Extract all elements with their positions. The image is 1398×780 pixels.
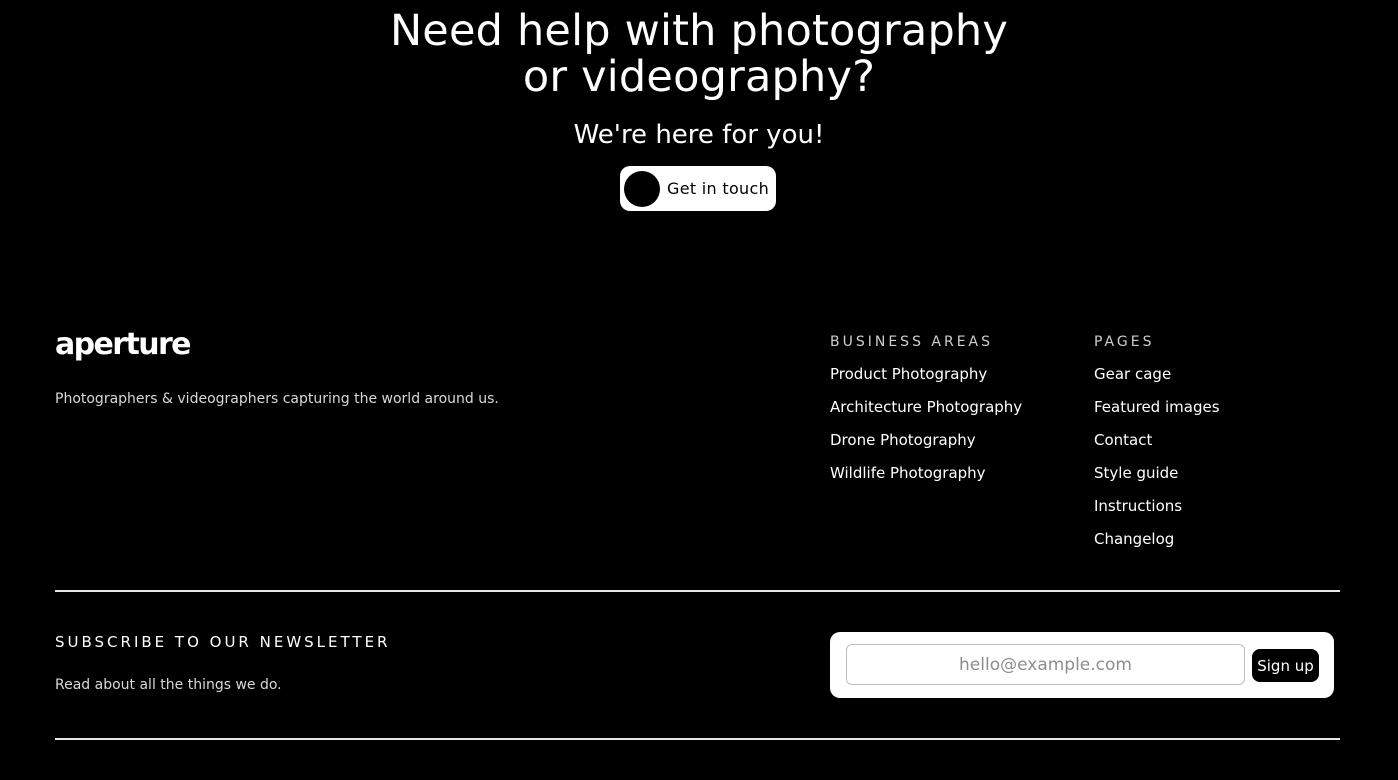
- link-wildlife-photography[interactable]: Wildlife Photography: [830, 463, 1022, 483]
- get-in-touch-label: Get in touch: [667, 179, 770, 198]
- link-style-guide[interactable]: Style guide: [1094, 463, 1220, 483]
- link-drone-photography[interactable]: Drone Photography: [830, 430, 1022, 450]
- link-changelog[interactable]: Changelog: [1094, 529, 1220, 549]
- link-instructions[interactable]: Instructions: [1094, 496, 1220, 516]
- aperture-logo[interactable]: aperture: [55, 326, 192, 364]
- get-in-touch-button[interactable]: Get in touch: [620, 166, 776, 211]
- hero-title-line-1: Need help with photography: [389, 6, 1009, 56]
- link-featured-images[interactable]: Featured images: [1094, 397, 1220, 417]
- business-areas-nav: BUSINESS AREAS Product Photography Archi…: [830, 332, 1022, 483]
- link-product-photography[interactable]: Product Photography: [830, 364, 1022, 384]
- email-input[interactable]: [846, 644, 1245, 685]
- footer-divider-bottom: [55, 738, 1340, 740]
- hero-title: Need help with photography or videograph…: [0, 8, 1398, 100]
- footer-divider-top: [55, 590, 1340, 592]
- business-areas-heading: BUSINESS AREAS: [830, 334, 994, 350]
- link-gear-cage[interactable]: Gear cage: [1094, 364, 1220, 384]
- footer-tagline: Photographers & videographers capturing …: [55, 391, 499, 407]
- hero-subtitle: We're here for you!: [573, 120, 825, 150]
- circle-icon: [624, 170, 660, 207]
- link-contact[interactable]: Contact: [1094, 430, 1220, 450]
- pages-heading: PAGES: [1094, 334, 1155, 350]
- pages-nav: PAGES Gear cage Featured images Contact …: [1094, 332, 1220, 549]
- newsletter-form: Sign up: [830, 632, 1334, 698]
- link-architecture-photography[interactable]: Architecture Photography: [830, 397, 1022, 417]
- newsletter-title: SUBSCRIBE TO OUR NEWSLETTER: [55, 633, 391, 651]
- newsletter-subtitle: Read about all the things we do.: [55, 677, 282, 693]
- hero-title-line-2: or videography?: [522, 52, 876, 102]
- sign-up-button[interactable]: Sign up: [1252, 649, 1319, 682]
